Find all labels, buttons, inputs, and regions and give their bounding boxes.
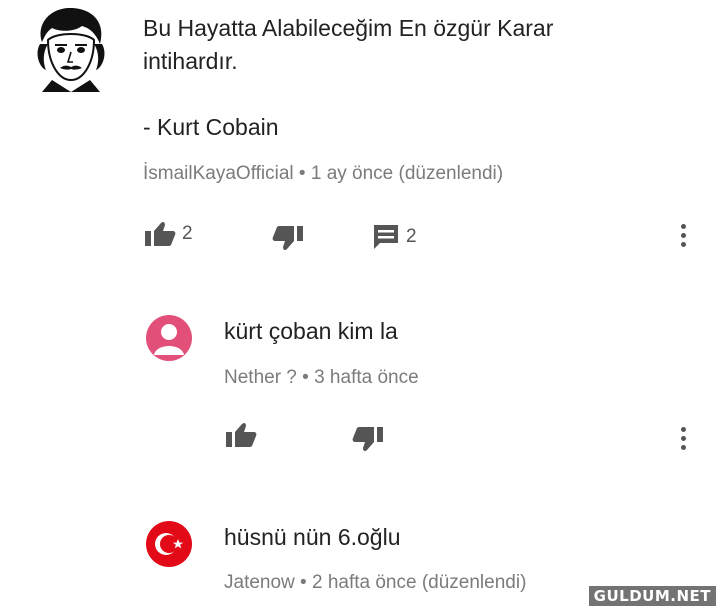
thumbs-up-icon (226, 422, 257, 447)
dislike-button[interactable] (272, 225, 304, 251)
more-options-icon[interactable] (673, 423, 693, 453)
watermark-logo: GULDUM.NET (588, 586, 716, 606)
like-button[interactable]: 2 (144, 221, 193, 247)
poe-portrait-avatar[interactable] (30, 4, 112, 92)
comment-icon (374, 225, 398, 249)
more-options-icon[interactable] (673, 220, 693, 250)
comment-text: hüsnü nün 6.oğlu (224, 524, 401, 550)
comment-quote: - Kurt Cobain (143, 114, 279, 140)
comment-meta: Nether ? • 3 hafta önce (224, 367, 419, 388)
comment-1: Bu Hayatta Alabileceğim En özgür Karar i… (0, 0, 720, 270)
thumbs-down-icon (352, 427, 383, 452)
thumbs-down-icon (272, 226, 303, 251)
default-user-avatar[interactable] (146, 315, 192, 361)
comment-text-line-1: Bu Hayatta Alabileceğim En özgür Karar (143, 15, 554, 41)
like-count: 2 (182, 223, 193, 244)
turkish-flag-avatar[interactable] (146, 521, 192, 567)
thumbs-up-icon (145, 221, 176, 246)
comment-2: kürt çoban kim la Nether ? • 3 hafta önc… (0, 300, 720, 460)
comment-text: kürt çoban kim la (224, 318, 398, 344)
like-button[interactable] (225, 422, 257, 448)
reply-count: 2 (406, 226, 417, 247)
reply-button[interactable]: 2 (372, 223, 417, 251)
comment-meta: Jatenow • 2 hafta önce (düzenlendi) (224, 572, 527, 593)
dislike-button[interactable] (352, 426, 384, 452)
comment-meta: İsmailKayaOfficial • 1 ay önce (düzenlen… (143, 163, 504, 184)
comment-text-line-2: intihardır. (143, 48, 238, 74)
